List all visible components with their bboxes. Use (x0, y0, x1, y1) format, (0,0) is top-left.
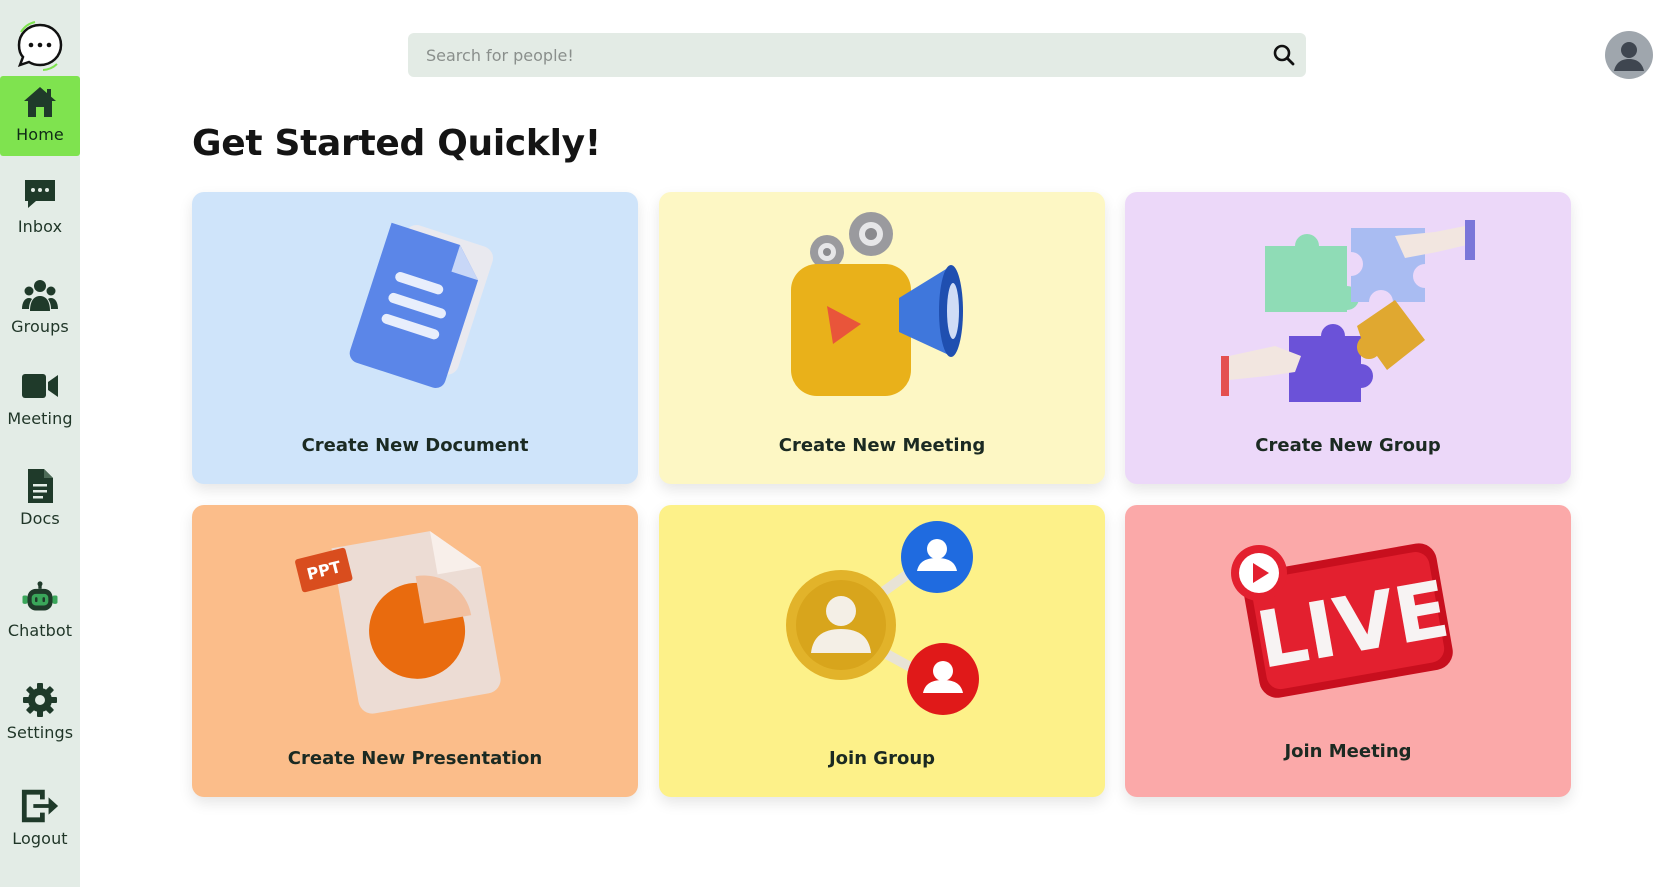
sidebar-item-groups[interactable]: Groups (0, 274, 80, 336)
chat-logo-icon[interactable] (13, 18, 67, 72)
create-presentation-card[interactable]: PPT Create New Presentation (192, 505, 638, 797)
page-title: Get Started Quickly! (192, 123, 601, 164)
card-label: Create New Presentation (287, 748, 543, 769)
join-meeting-card[interactable]: LIVE Join Meeting (1125, 505, 1571, 797)
sidebar-item-label: Logout (12, 829, 68, 848)
create-group-card[interactable]: Create New Group (1125, 192, 1571, 484)
document-icon (20, 466, 60, 506)
inbox-icon (20, 174, 60, 214)
live-badge-3d-icon: LIVE (1125, 519, 1571, 719)
join-group-card[interactable]: Join Group (659, 505, 1105, 797)
sidebar-item-label: Settings (6, 723, 74, 742)
sidebar-item-label: Meeting (7, 409, 73, 428)
sidebar-item-label: Inbox (17, 217, 63, 236)
ppt-file-3d-icon: PPT (192, 519, 638, 719)
gear-icon (20, 680, 60, 720)
robot-icon (20, 578, 60, 618)
card-label: Create New Document (301, 435, 529, 456)
user-network-3d-icon (659, 519, 1105, 719)
sidebar-item-inbox[interactable]: Inbox (0, 174, 80, 236)
groups-icon (20, 274, 60, 314)
sidebar-item-chatbot[interactable]: Chatbot (0, 578, 80, 640)
home-icon (20, 82, 60, 122)
card-label: Create New Group (1255, 435, 1441, 456)
search-icon[interactable] (1262, 33, 1306, 77)
user-avatar[interactable] (1605, 31, 1653, 79)
sidebar-item-logout[interactable]: Logout (0, 786, 80, 848)
sidebar-item-label: Docs (20, 509, 60, 528)
sidebar-item-home[interactable]: Home (0, 76, 80, 156)
logout-icon (20, 786, 60, 826)
sidebar-item-label: Home (16, 125, 64, 144)
card-label: Create New Meeting (778, 435, 986, 456)
app-root: Home Inbox Groups Meeting Docs Chatbot S… (0, 0, 1680, 887)
sidebar-item-docs[interactable]: Docs (0, 466, 80, 528)
search-input[interactable] (408, 33, 1262, 77)
sidebar: Home Inbox Groups Meeting Docs Chatbot S… (0, 0, 80, 887)
sidebar-item-label: Groups (11, 317, 69, 336)
create-document-card[interactable]: Create New Document (192, 192, 638, 484)
video-camera-3d-icon (659, 206, 1105, 406)
document-3d-icon (192, 206, 638, 406)
puzzle-3d-icon (1125, 206, 1571, 406)
sidebar-item-settings[interactable]: Settings (0, 680, 80, 742)
sidebar-item-label: Chatbot (7, 621, 73, 640)
card-label: Join Meeting (1284, 741, 1412, 762)
search-bar (408, 33, 1306, 77)
card-label: Join Group (828, 748, 936, 769)
sidebar-item-meeting[interactable]: Meeting (0, 366, 80, 428)
video-icon (20, 366, 60, 406)
create-meeting-card[interactable]: Create New Meeting (659, 192, 1105, 484)
